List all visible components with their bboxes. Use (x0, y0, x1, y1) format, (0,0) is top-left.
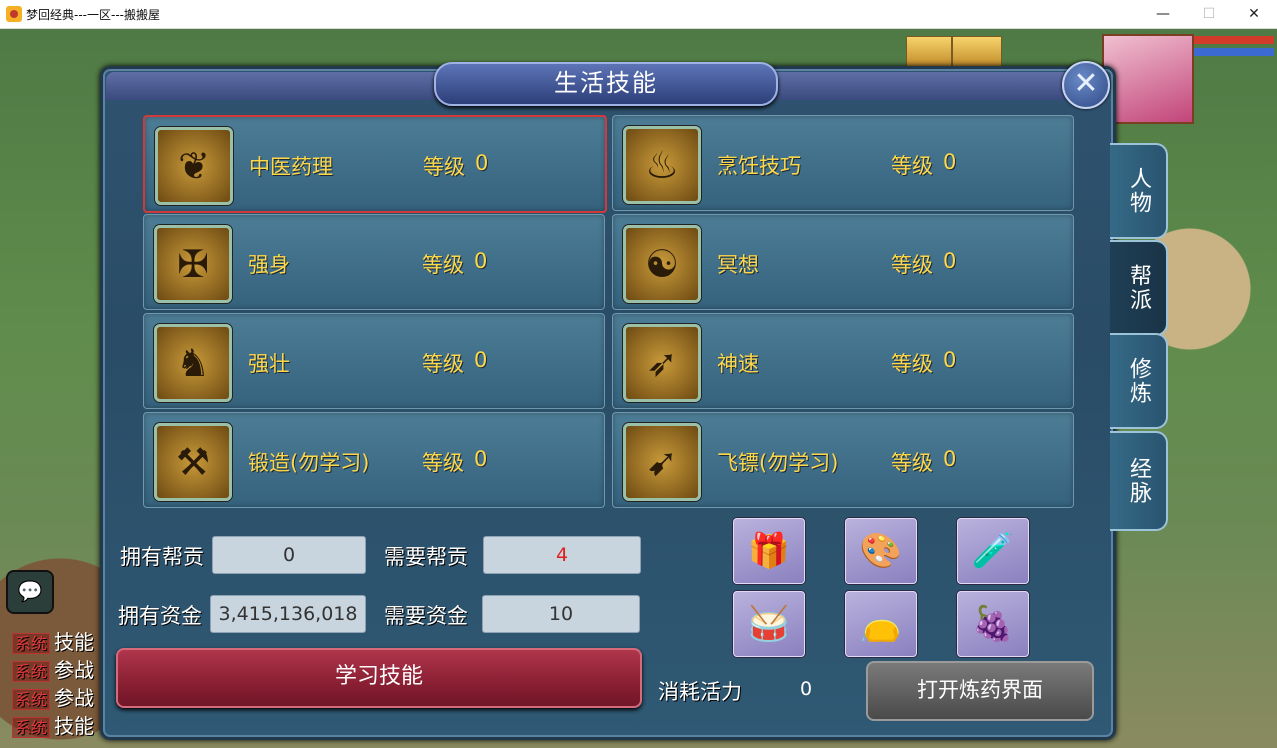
item-glyph: 🎁 (747, 531, 791, 571)
skill-level-label: 等级 (891, 451, 933, 475)
skill-level-label: 等级 (422, 451, 464, 475)
learn-skill-button[interactable]: 学习技能 (116, 648, 642, 708)
window-title: 梦回经典---一区---搬搬屋 (26, 8, 160, 22)
skill-level-label: 等级 (891, 253, 933, 277)
tab-character[interactable]: 人物 (1110, 143, 1168, 239)
close-icon[interactable]: ✕ (1062, 61, 1110, 109)
panel-title: 生活技能 (434, 62, 778, 106)
skill-level-label: 等级 (423, 155, 465, 179)
own-contribution-label: 拥有帮贡 (120, 545, 204, 569)
potion-bottle-icon[interactable]: 🧪 (957, 518, 1029, 584)
open-alchemy-button[interactable]: 打开炼药界面 (866, 661, 1094, 721)
item-glyph: 🥁 (747, 604, 791, 644)
skill-name: 锻造(勿学习) (248, 451, 370, 475)
skill-name: 飞镖(勿学习) (717, 451, 839, 475)
need-funds-label: 需要资金 (384, 604, 468, 628)
chat-line: 系统 技能 (12, 626, 94, 655)
skill-card-meditation[interactable]: ☯ 冥想 等级 0 (612, 214, 1074, 310)
need-contribution-value: 4 (483, 536, 641, 574)
strength-icon: ✠ (154, 225, 232, 303)
system-tag: 系统 (12, 633, 51, 654)
chat-line: 系统 参战 (12, 682, 94, 711)
hp-bar (1194, 36, 1274, 44)
skill-level: 0 (474, 249, 488, 273)
skill-level: 0 (943, 348, 957, 372)
skill-card-forging[interactable]: ⚒ 锻造(勿学习) 等级 0 (143, 412, 605, 508)
item-glyph: 👝 (859, 604, 903, 644)
speech-bubble-icon[interactable]: 💬 (6, 570, 54, 614)
grapes-icon[interactable]: 🍇 (957, 591, 1029, 657)
dart-icon: ➹ (623, 423, 701, 501)
own-funds-value: 3,415,136,018 (210, 595, 366, 633)
speed-icon: ➶ (623, 324, 701, 402)
need-funds-value: 10 (482, 595, 640, 633)
jewelry-box-icon[interactable]: 🎁 (733, 518, 805, 584)
skill-name: 强身 (248, 253, 290, 277)
skill-card-robust[interactable]: ♞ 强壮 等级 0 (143, 313, 605, 409)
skill-card-darts[interactable]: ➹ 飞镖(勿学习) 等级 0 (612, 412, 1074, 508)
meditation-icon: ☯ (623, 225, 701, 303)
skill-level: 0 (943, 150, 957, 174)
chat-text: 技能 (54, 714, 95, 738)
skill-card-strengthen[interactable]: ✠ 强身 等级 0 (143, 214, 605, 310)
skill-level-label: 等级 (422, 352, 464, 376)
consume-energy-label: 消耗活力 (658, 680, 742, 704)
item-glyph: 🎨 (859, 531, 903, 571)
chat-line: 系统 技能 (12, 710, 94, 739)
maximize-button[interactable]: ☐ (1186, 0, 1232, 28)
skill-level: 0 (474, 348, 488, 372)
tab-cultivation[interactable]: 修炼 (1110, 333, 1168, 429)
minimize-button[interactable]: — (1140, 0, 1186, 28)
item-glyph: 🧪 (971, 531, 1015, 571)
skill-level: 0 (943, 447, 957, 471)
own-funds-label: 拥有资金 (118, 604, 202, 628)
chat-text: 技能 (54, 630, 95, 654)
system-tag: 系统 (12, 717, 51, 738)
item-glyph: 🍇 (971, 604, 1015, 644)
window-close-button[interactable]: ✕ (1231, 0, 1277, 28)
skill-card-swiftness[interactable]: ➶ 神速 等级 0 (612, 313, 1074, 409)
skill-level-label: 等级 (891, 352, 933, 376)
chat-text: 参战 (54, 686, 95, 710)
need-contribution-label: 需要帮贡 (384, 545, 468, 569)
pouch-icon[interactable]: 👝 (845, 591, 917, 657)
skill-level: 0 (943, 249, 957, 273)
muscle-icon: ♞ (154, 324, 232, 402)
hammer-icon: ⚒ (154, 423, 232, 501)
pet-portrait[interactable] (906, 36, 952, 68)
herb-icon: ❦ (155, 127, 233, 205)
tab-guild[interactable]: 帮派 (1110, 240, 1168, 336)
own-contribution-value: 0 (212, 536, 366, 574)
skill-level-label: 等级 (891, 154, 933, 178)
mp-bar (1194, 48, 1274, 56)
consume-energy-value: 0 (800, 678, 813, 700)
pet-portrait-2[interactable] (952, 36, 1002, 68)
skill-name: 烹饪技巧 (717, 154, 801, 178)
skill-card-cooking[interactable]: ♨ 烹饪技巧 等级 0 (612, 115, 1074, 211)
skill-name: 冥想 (717, 253, 759, 277)
skill-name: 强壮 (248, 352, 290, 376)
skill-level: 0 (474, 447, 488, 471)
window-titlebar: 梦回经典---一区---搬搬屋 — ☐ ✕ (0, 0, 1277, 29)
chat-line: 系统 参战 (12, 654, 94, 683)
palette-icon[interactable]: 🎨 (845, 518, 917, 584)
skill-card-herbal-medicine[interactable]: ❦ 中医药理 等级 0 (143, 115, 607, 213)
skill-name: 神速 (717, 352, 759, 376)
system-tag: 系统 (12, 689, 51, 710)
drum-icon[interactable]: 🥁 (733, 591, 805, 657)
skill-name: 中医药理 (249, 155, 333, 179)
tab-meridians[interactable]: 经脉 (1110, 431, 1168, 531)
app-icon (6, 6, 22, 22)
cooking-icon: ♨ (623, 126, 701, 204)
skill-level: 0 (475, 151, 489, 175)
chat-text: 参战 (54, 658, 95, 682)
skill-level-label: 等级 (422, 253, 464, 277)
system-tag: 系统 (12, 661, 51, 682)
